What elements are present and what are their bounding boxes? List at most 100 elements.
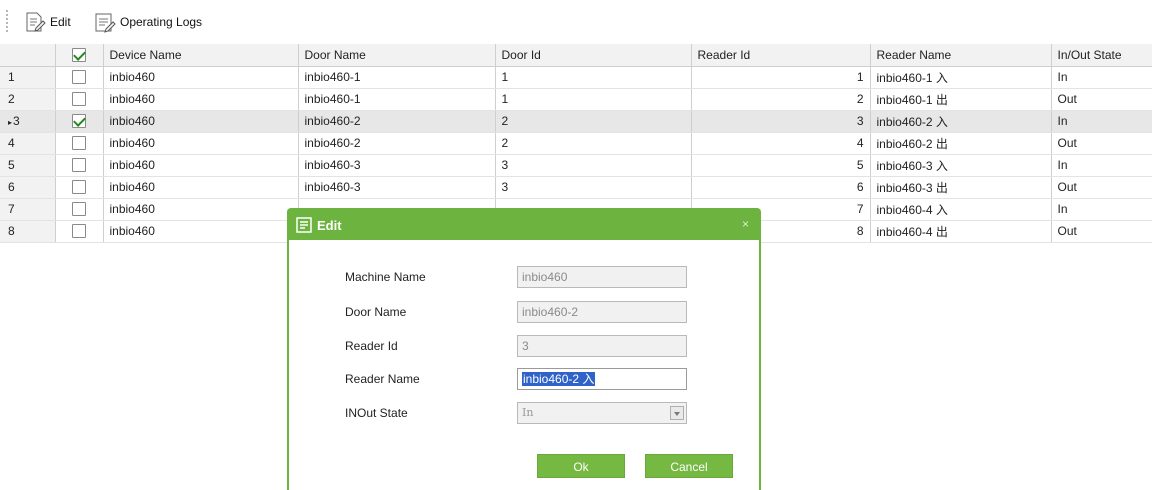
inout-state-value: In [522,406,534,419]
operating-logs-label: Operating Logs [120,15,203,29]
reader-name-cell: inbio460-4 入 [870,198,1052,221]
inout-state-cell: In [1051,198,1152,221]
reader-id-label: Reader Id [345,339,398,353]
door-name-cell: inbio460-1 [298,88,496,111]
inout-state-cell: In [1051,66,1152,89]
row-number-cell: 4 [0,132,56,155]
edit-button[interactable]: Edit [24,10,71,34]
reader-name-cell: inbio460-4 出 [870,220,1052,243]
table-row[interactable]: 5 inbio460 inbio460-3 3 5 inbio460-3 入 In [0,154,1152,177]
dialog-title: Edit [317,217,342,233]
reader-name-label: Reader Name [345,372,420,386]
reader-name-selected-text: inbio460-2 入 [522,372,596,386]
reader-id-cell: 4 [691,132,871,155]
row-checkbox[interactable] [72,180,86,195]
inout-state-cell: In [1051,110,1152,133]
table-row[interactable]: 2 inbio460 inbio460-1 1 2 inbio460-1 出 Out [0,88,1152,111]
inout-state-select[interactable]: In [517,402,687,424]
edit-dialog: Edit × Machine Name inbio460 Door Name i… [287,208,761,490]
column-header-door-id[interactable]: Door Id [495,44,692,67]
reader-id-cell: 1 [691,66,871,89]
door-id-cell: 2 [495,110,692,133]
edit-icon [24,11,46,33]
inout-state-label: INOut State [345,406,408,420]
inout-state-cell: In [1051,154,1152,177]
edit-button-label: Edit [50,15,71,29]
row-checkbox[interactable] [72,136,86,151]
cancel-button[interactable]: Cancel [645,454,733,478]
machine-name-label: Machine Name [345,270,426,284]
reader-name-field[interactable]: inbio460-2 入 [517,368,687,390]
machine-name-row: Machine Name inbio460 [345,266,687,288]
column-header-door-name[interactable]: Door Name [298,44,496,67]
device-name-cell: inbio460 [103,220,299,243]
select-all-checkbox[interactable] [72,48,86,63]
device-name-cell: inbio460 [103,88,299,111]
row-checkbox[interactable] [72,70,86,85]
door-id-cell: 1 [495,66,692,89]
reader-id-row: Reader Id 3 [345,335,687,357]
device-name-cell: inbio460 [103,154,299,177]
door-name-row: Door Name inbio460-2 [345,301,687,323]
reader-name-cell: inbio460-1 出 [870,88,1052,111]
reader-name-cell: inbio460-3 入 [870,154,1052,177]
row-checkbox-cell[interactable] [55,132,104,155]
door-id-cell: 3 [495,154,692,177]
door-id-cell: 3 [495,176,692,199]
reader-id-field: 3 [517,335,687,357]
chevron-down-icon[interactable] [670,406,684,420]
row-checkbox[interactable] [72,158,86,173]
column-header-reader-name[interactable]: Reader Name [870,44,1052,67]
row-checkbox[interactable] [72,92,86,107]
door-id-cell: 1 [495,88,692,111]
dialog-body: Machine Name inbio460 Door Name inbio460… [289,240,759,490]
reader-name-cell: inbio460-1 入 [870,66,1052,89]
logs-icon [94,11,116,33]
close-icon[interactable]: × [742,217,749,231]
table-row[interactable]: ▸3 inbio460 inbio460-2 2 3 inbio460-2 入 In [0,110,1152,133]
operating-logs-button[interactable]: Operating Logs [94,10,202,34]
toolbar: Edit Operating Logs [0,0,1152,44]
row-checkbox[interactable] [72,224,86,239]
door-name-label: Door Name [345,305,407,319]
row-number-cell: 7 [0,198,56,221]
reader-id-cell: 6 [691,176,871,199]
door-name-field: inbio460-2 [517,301,687,323]
inout-state-cell: Out [1051,88,1152,111]
row-checkbox-cell[interactable] [55,198,104,221]
inout-state-cell: Out [1051,220,1152,243]
door-name-cell: inbio460-2 [298,110,496,133]
row-checkbox-cell[interactable] [55,66,104,89]
reader-id-cell: 5 [691,154,871,177]
reader-name-cell: inbio460-2 出 [870,132,1052,155]
column-header-device-name[interactable]: Device Name [103,44,299,67]
row-checkbox-cell[interactable] [55,154,104,177]
row-number: 3 [13,114,20,128]
dialog-title-bar[interactable]: Edit × [289,210,759,240]
row-checkbox[interactable] [72,202,86,217]
reader-name-cell: inbio460-3 出 [870,176,1052,199]
row-number-cell: 5 [0,154,56,177]
door-name-cell: inbio460-3 [298,176,496,199]
column-header-reader-id[interactable]: Reader Id [691,44,871,67]
table-row[interactable]: 1 inbio460 inbio460-1 1 1 inbio460-1 入 In [0,66,1152,89]
ok-button[interactable]: Ok [537,454,625,478]
row-checkbox[interactable] [72,114,86,129]
device-name-cell: inbio460 [103,66,299,89]
reader-name-row: Reader Name inbio460-2 入 [345,368,687,390]
reader-id-cell: 2 [691,88,871,111]
row-checkbox-cell[interactable] [55,88,104,111]
door-name-cell: inbio460-2 [298,132,496,155]
device-name-cell: inbio460 [103,198,299,221]
toolbar-grip[interactable] [6,10,8,32]
machine-name-field: inbio460 [517,266,687,288]
row-checkbox-cell[interactable] [55,176,104,199]
row-checkbox-cell[interactable] [55,220,104,243]
table-row[interactable]: 6 inbio460 inbio460-3 3 6 inbio460-3 出 Out [0,176,1152,199]
select-all-cell[interactable] [55,44,104,67]
row-number-cell: 6 [0,176,56,199]
row-checkbox-cell[interactable] [55,110,104,133]
table-row[interactable]: 4 inbio460 inbio460-2 2 4 inbio460-2 出 Out [0,132,1152,155]
row-number-cell: 8 [0,220,56,243]
column-header-inout-state[interactable]: In/Out State [1051,44,1152,67]
